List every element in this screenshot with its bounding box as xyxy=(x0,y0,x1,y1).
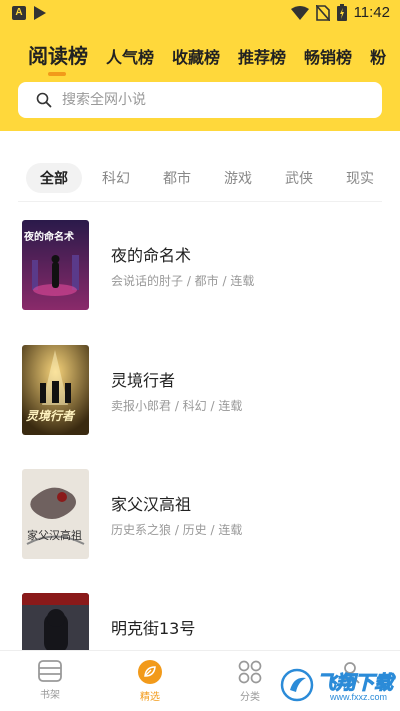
book-item[interactable]: 夜的命名术 夜的命名术 会说话的肘子 / 都市 / 连载 xyxy=(22,220,382,310)
book-item[interactable]: 灵境行者 灵境行者 卖报小郎君 / 科幻 / 连载 xyxy=(22,345,382,435)
cover-title: 家父汉高祖 xyxy=(27,529,82,542)
category-tab-reality[interactable]: 现实 xyxy=(346,168,374,188)
rank-tab-reading[interactable]: 阅读榜 xyxy=(28,42,88,70)
watermark-logo-icon xyxy=(280,668,314,702)
cover-title: 夜的命名术 xyxy=(24,232,74,243)
watermark-url: www.fxxz.com xyxy=(330,692,388,702)
category-tab-all[interactable]: 全部 xyxy=(26,163,82,193)
search-bar[interactable] xyxy=(18,82,382,118)
battery-icon xyxy=(336,4,347,21)
category-tab-urban[interactable]: 都市 xyxy=(163,168,191,188)
search-icon xyxy=(36,92,52,108)
nav-label: 分类 xyxy=(240,692,260,703)
category-tab-game[interactable]: 游戏 xyxy=(224,168,252,188)
category-tabs: 全部 科幻 都市 游戏 武侠 现实 xyxy=(26,163,400,193)
book-meta: 卖报小郎君 / 科幻 / 连载 xyxy=(111,399,243,413)
category-tab-wuxia[interactable]: 武侠 xyxy=(285,168,313,188)
book-title: 家父汉高祖 xyxy=(111,495,192,514)
active-tab-indicator xyxy=(48,72,66,76)
rank-tab-fans[interactable]: 粉 xyxy=(370,46,386,70)
search-input[interactable] xyxy=(62,92,342,108)
rank-tab-popular[interactable]: 人气榜 xyxy=(106,46,154,70)
leaf-icon xyxy=(138,660,162,684)
no-sim-icon xyxy=(315,4,330,21)
rank-tab-recommended[interactable]: 推荐榜 xyxy=(238,46,286,70)
bookshelf-icon xyxy=(38,660,62,682)
wifi-icon xyxy=(290,5,309,20)
book-cover[interactable]: 灵境行者 xyxy=(22,345,89,435)
rank-tab-bestseller[interactable]: 畅销榜 xyxy=(304,46,352,70)
nav-featured[interactable]: 精选 xyxy=(100,651,200,711)
book-meta: 历史系之狼 / 历史 / 连载 xyxy=(111,523,243,537)
nav-bookshelf[interactable]: 书架 xyxy=(0,651,100,711)
watermark-text: 飞翔下载 xyxy=(316,672,394,695)
book-meta: 会说话的肘子 / 都市 / 连载 xyxy=(111,274,255,288)
book-title: 夜的命名术 xyxy=(111,246,192,265)
book-cover[interactable]: 夜的命名术 xyxy=(22,220,89,310)
nav-label: 精选 xyxy=(140,692,160,703)
category-tab-scifi[interactable]: 科幻 xyxy=(102,168,130,188)
book-cover[interactable]: 家父汉高祖 xyxy=(22,469,89,559)
clock: 11:42 xyxy=(353,4,390,21)
book-title: 灵境行者 xyxy=(111,371,176,390)
book-item[interactable]: 家父汉高祖 家父汉高祖 历史系之狼 / 历史 / 连载 xyxy=(22,469,382,559)
header: A 11:42 阅读榜 人气榜 收藏榜 推荐榜 畅销榜 粉 xyxy=(0,0,400,131)
cover-title: 灵境行者 xyxy=(26,409,75,423)
nav-label: 书架 xyxy=(40,690,60,701)
play-store-icon xyxy=(34,6,46,20)
status-bar: A 11:42 xyxy=(0,0,400,28)
divider xyxy=(18,201,382,202)
rank-tab-favorites[interactable]: 收藏榜 xyxy=(172,46,220,70)
rank-tabs: 阅读榜 人气榜 收藏榜 推荐榜 畅销榜 粉 xyxy=(28,38,400,70)
watermark: 飞翔下载 www.fxxz.com xyxy=(280,664,394,706)
app-notification-icon: A xyxy=(12,6,26,20)
category-icon xyxy=(238,660,262,684)
book-title: 明克街13号 xyxy=(111,619,196,638)
